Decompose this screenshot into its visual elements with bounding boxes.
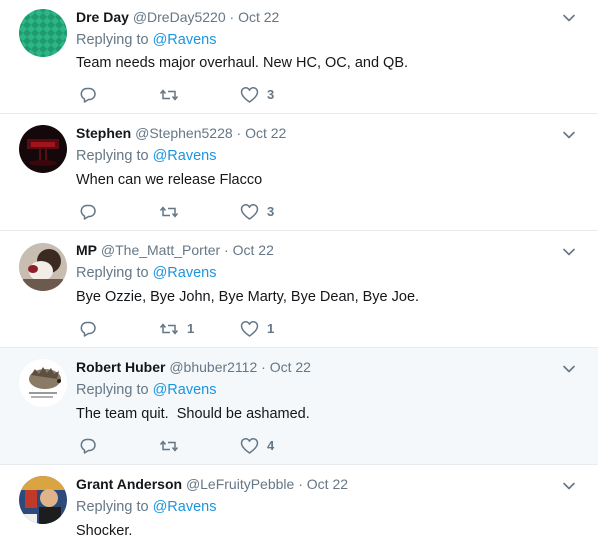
avatar[interactable] (19, 359, 67, 407)
tweet-item[interactable]: MP @The_Matt_Porter · Oct 22 Replying to… (0, 231, 598, 348)
reply-icon (79, 86, 97, 104)
tweet-text: Team needs major overhaul. New HC, OC, a… (76, 55, 409, 71)
display-name[interactable]: Grant Anderson (76, 476, 182, 492)
separator-dot: · (261, 359, 266, 375)
tweet-timestamp[interactable]: Oct 22 (270, 359, 311, 375)
separator-dot: · (224, 242, 229, 258)
replying-to: Replying to @Ravens (76, 30, 216, 50)
chevron-down-icon[interactable] (562, 128, 576, 142)
user-handle[interactable]: @LeFruityPebble (186, 476, 294, 492)
avatar[interactable] (19, 125, 67, 173)
like-button[interactable]: 3 (240, 85, 274, 105)
replying-to: Replying to @Ravens (76, 263, 216, 283)
mention-link[interactable]: @Ravens (153, 148, 217, 164)
chevron-down-icon[interactable] (562, 362, 576, 376)
like-count: 4 (267, 438, 275, 453)
retweet-button[interactable]: 1 (159, 319, 194, 339)
avatar[interactable] (19, 476, 67, 524)
heart-icon (240, 437, 259, 455)
heart-icon (240, 203, 259, 221)
heart-icon (240, 86, 259, 104)
tweet-header: MP @The_Matt_Porter · Oct 22 (76, 240, 274, 260)
retweet-icon (159, 86, 179, 104)
reply-icon (79, 320, 97, 338)
reply-button[interactable] (79, 202, 97, 222)
replying-label: Replying to (76, 499, 149, 515)
tweet-header: Dre Day @DreDay5220 · Oct 22 (76, 7, 279, 27)
retweet-icon (159, 203, 179, 221)
tweet-item[interactable]: Dre Day @DreDay5220 · Oct 22 Replying to… (0, 0, 598, 114)
tweet-actions: 3 (76, 85, 316, 105)
tweet-header: Stephen @Stephen5228 · Oct 22 (76, 123, 286, 143)
mention-link[interactable]: @Ravens (153, 382, 217, 398)
tweet-actions: 1 1 (76, 319, 316, 339)
replying-to: Replying to @Ravens (76, 146, 216, 166)
reply-button[interactable] (79, 319, 97, 339)
replying-label: Replying to (76, 32, 149, 48)
user-handle[interactable]: @DreDay5220 (133, 9, 226, 25)
separator-dot: · (236, 125, 242, 141)
retweet-button[interactable] (159, 436, 187, 456)
tweet-header: Grant Anderson @LeFruityPebble · Oct 22 (76, 474, 348, 494)
reply-feed: Dre Day @DreDay5220 · Oct 22 Replying to… (0, 0, 598, 544)
tweet-timestamp[interactable]: Oct 22 (233, 242, 274, 258)
heart-icon (240, 320, 259, 338)
separator-dot: · (298, 476, 303, 492)
tweet-text: Bye Ozzie, Bye John, Bye Marty, Bye Dean… (76, 289, 420, 305)
like-count: 3 (267, 204, 275, 219)
tweet-actions: 3 (76, 202, 316, 222)
replying-to: Replying to @Ravens (76, 380, 216, 400)
display-name[interactable]: Robert Huber (76, 359, 165, 375)
tweet-timestamp[interactable]: Oct 22 (245, 125, 286, 141)
replying-label: Replying to (76, 265, 149, 281)
chevron-down-icon[interactable] (562, 245, 576, 259)
tweet-text: Shocker. (76, 523, 133, 539)
avatar[interactable] (19, 243, 67, 291)
reply-icon (79, 437, 97, 455)
tweet-item[interactable]: Grant Anderson @LeFruityPebble · Oct 22 … (0, 465, 598, 544)
reply-icon (79, 203, 97, 221)
replying-label: Replying to (76, 148, 149, 164)
display-name[interactable]: Stephen (76, 125, 131, 141)
tweet-timestamp[interactable]: Oct 22 (238, 9, 279, 25)
chevron-down-icon[interactable] (562, 11, 576, 25)
tweet-item[interactable]: Stephen @Stephen5228 · Oct 22 Replying t… (0, 114, 598, 231)
like-button[interactable]: 3 (240, 202, 274, 222)
tweet-header: Robert Huber @bhuber2112 · Oct 22 (76, 357, 311, 377)
retweet-icon (159, 437, 179, 455)
retweet-button[interactable] (159, 85, 187, 105)
tweet-text: The team quit. Should be ashamed. (76, 406, 310, 422)
reply-button[interactable] (79, 436, 97, 456)
like-count: 3 (267, 87, 275, 102)
reply-button[interactable] (79, 85, 97, 105)
retweet-icon (159, 320, 179, 338)
mention-link[interactable]: @Ravens (153, 499, 217, 515)
like-button[interactable]: 4 (240, 436, 274, 456)
like-button[interactable]: 1 (240, 319, 274, 339)
retweet-button[interactable] (159, 202, 187, 222)
mention-link[interactable]: @Ravens (153, 32, 217, 48)
tweet-timestamp[interactable]: Oct 22 (307, 476, 348, 492)
user-handle[interactable]: @The_Matt_Porter (101, 242, 220, 258)
replying-to: Replying to @Ravens (76, 497, 216, 517)
chevron-down-icon[interactable] (562, 479, 576, 493)
tweet-item[interactable]: Robert Huber @bhuber2112 · Oct 22 Replyi… (0, 348, 598, 465)
tweet-actions: 4 (76, 436, 316, 456)
retweet-count: 1 (187, 321, 195, 336)
user-handle[interactable]: @bhuber2112 (169, 359, 257, 375)
tweet-text: When can we release Flacco (76, 172, 263, 188)
display-name[interactable]: MP (76, 242, 97, 258)
replying-label: Replying to (76, 382, 149, 398)
separator-dot: · (229, 9, 235, 25)
user-handle[interactable]: @Stephen5228 (135, 125, 233, 141)
like-count: 1 (267, 321, 275, 336)
avatar[interactable] (19, 9, 67, 57)
mention-link[interactable]: @Ravens (153, 265, 217, 281)
display-name[interactable]: Dre Day (76, 9, 129, 25)
